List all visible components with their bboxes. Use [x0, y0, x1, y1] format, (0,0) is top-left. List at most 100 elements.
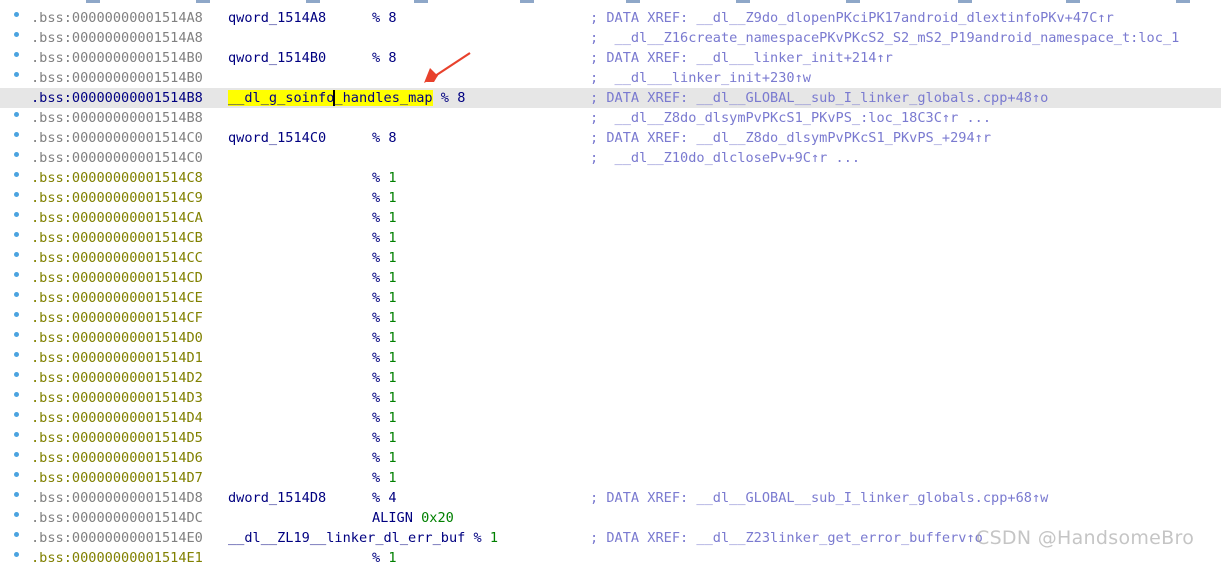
address-label: .bss:00000000001514B8: [31, 110, 203, 126]
operand: % 1: [372, 470, 397, 486]
address-label: .bss:00000000001514A8: [31, 10, 203, 26]
operand: % 1: [372, 330, 397, 346]
operand: % 1: [372, 310, 397, 326]
listing-row[interactable]: .bss:00000000001514B0 ; __dl___linker_ini…: [0, 68, 1221, 88]
top-toolbar-strip: [0, 0, 1221, 6]
toolbar-tick: [958, 0, 972, 3]
address-label: .bss:00000000001514DC: [31, 510, 203, 526]
address-label: .bss:00000000001514A8: [31, 30, 203, 46]
watermark: CSDN @HandsomeBro: [976, 527, 1195, 549]
listing-row[interactable]: .bss:00000000001514D8 dword_1514D8 % 4 ; DA…: [0, 488, 1221, 508]
listing-row[interactable]: .bss:00000000001514B0 qword_1514B0 % 8 ; DA…: [0, 48, 1221, 68]
address-label: .bss:00000000001514B0: [31, 50, 203, 66]
xref-comment[interactable]: ; __dl___linker_init+230↑w: [590, 68, 811, 88]
xref-comment[interactable]: ; DATA XREF: __dl__GLOBAL__sub_I_linker_…: [590, 88, 1048, 108]
toolbar-tick: [520, 0, 534, 3]
listing-row[interactable]: .bss:00000000001514CB % 1: [0, 228, 1221, 248]
toolbar-tick: [196, 0, 210, 3]
operand: % 1: [372, 250, 397, 266]
xref-comment[interactable]: ; __dl__Z16create_namespacePKvPKcS2_S2_m…: [590, 28, 1179, 48]
address-label: .bss:00000000001514C9: [31, 190, 203, 206]
symbol-name[interactable]: __dl__ZL19__linker_dl_err_buf % 1: [228, 528, 498, 548]
listing-row[interactable]: .bss:00000000001514D0 % 1: [0, 328, 1221, 348]
address-label: .bss:00000000001514C8: [31, 170, 203, 186]
operand: % 8: [372, 10, 397, 26]
symbol-name[interactable]: qword_1514C0: [228, 128, 326, 148]
address-label: .bss:00000000001514D4: [31, 410, 203, 426]
operand: % 1: [372, 550, 397, 566]
toolbar-tick: [846, 0, 860, 3]
symbol-name[interactable]: dword_1514D8: [228, 488, 326, 508]
xref-comment[interactable]: ; DATA XREF: __dl__GLOBAL__sub_I_linker_…: [590, 488, 1048, 508]
operand: ALIGN 0x20: [372, 510, 454, 526]
listing-row[interactable]: .bss:00000000001514C8 % 1: [0, 168, 1221, 188]
annotation-arrow-icon: [424, 52, 471, 83]
symbol-name[interactable]: __dl_g_soinfo_handles_map % 8: [228, 88, 465, 108]
address-label: .bss:00000000001514D1: [31, 350, 203, 366]
operand: % 1: [372, 450, 397, 466]
address-label: .bss:00000000001514E1: [31, 550, 203, 566]
listing-row[interactable]: .bss:00000000001514D6 % 1: [0, 448, 1221, 468]
operand: % 1: [372, 190, 397, 206]
listing-row[interactable]: .bss:00000000001514C9 % 1: [0, 188, 1221, 208]
address-label: .bss:00000000001514D6: [31, 450, 203, 466]
toolbar-tick: [414, 0, 428, 3]
listing-row[interactable]: .bss:00000000001514D3 % 1: [0, 388, 1221, 408]
operand: % 8: [372, 130, 397, 146]
operand: % 1: [372, 230, 397, 246]
listing-row[interactable]: .bss:00000000001514E1 % 1: [0, 548, 1221, 568]
operand: % 1: [372, 290, 397, 306]
listing-row[interactable]: .bss:00000000001514CE % 1: [0, 288, 1221, 308]
xref-comment[interactable]: ; DATA XREF: __dl__Z23linker_get_error_b…: [590, 528, 983, 548]
listing-row[interactable]: .bss:00000000001514D2 % 1: [0, 368, 1221, 388]
address-label: .bss:00000000001514CA: [31, 210, 203, 226]
address-label: .bss:00000000001514C0: [31, 130, 203, 146]
address-label: .bss:00000000001514D0: [31, 330, 203, 346]
address-label: .bss:00000000001514E0: [31, 530, 203, 546]
selected-listing-row[interactable]: .bss:00000000001514B8 __dl_g_soinfo_handl…: [0, 88, 1221, 108]
address-label: .bss:00000000001514D7: [31, 470, 203, 486]
address-label: .bss:00000000001514D2: [31, 370, 203, 386]
address-label: .bss:00000000001514D8: [31, 490, 203, 506]
operand: % 1: [372, 350, 397, 366]
symbol-name[interactable]: qword_1514A8: [228, 8, 326, 28]
listing-row[interactable]: .bss:00000000001514D1 % 1: [0, 348, 1221, 368]
operand: % 1: [372, 370, 397, 386]
toolbar-tick: [736, 0, 750, 3]
address-label: .bss:00000000001514CD: [31, 270, 203, 286]
listing-row[interactable]: .bss:00000000001514A8 qword_1514A8 % 8 ; DA…: [0, 8, 1221, 28]
listing-row[interactable]: .bss:00000000001514D4 % 1: [0, 408, 1221, 428]
operand: % 1: [372, 170, 397, 186]
listing-row[interactable]: .bss:00000000001514C0 qword_1514C0 % 8 ; DA…: [0, 128, 1221, 148]
address-label: .bss:00000000001514CE: [31, 290, 203, 306]
listing-row[interactable]: .bss:00000000001514D5 % 1: [0, 428, 1221, 448]
xref-comment[interactable]: ; __dl__Z10do_dlclosePv+9C↑r ...: [590, 148, 860, 168]
xref-comment[interactable]: ; DATA XREF: __dl___linker_init+214↑r: [590, 48, 893, 68]
listing-row[interactable]: .bss:00000000001514A8 ; __dl__Z16create_n…: [0, 28, 1221, 48]
disassembly-listing[interactable]: .bss:00000000001514A8 qword_1514A8 % 8 ; DA…: [0, 8, 1221, 568]
address-label: .bss:00000000001514CC: [31, 250, 203, 266]
listing-row[interactable]: .bss:00000000001514B8 ; __dl__Z8do_dlsymP…: [0, 108, 1221, 128]
address-label: .bss:00000000001514D3: [31, 390, 203, 406]
xref-comment[interactable]: ; __dl__Z8do_dlsymPvPKcS1_PKvPS_:loc_18C…: [590, 108, 991, 128]
operand: % 1: [372, 410, 397, 426]
listing-row[interactable]: .bss:00000000001514C0 ; __dl__Z10do_dlclo…: [0, 148, 1221, 168]
operand: % 1: [372, 430, 397, 446]
toolbar-tick: [626, 0, 640, 3]
operand: % 8: [372, 50, 397, 66]
toolbar-tick: [86, 0, 100, 3]
listing-row[interactable]: .bss:00000000001514CD % 1: [0, 268, 1221, 288]
listing-row[interactable]: .bss:00000000001514DC ALIGN 0x20: [0, 508, 1221, 528]
xref-comment[interactable]: ; DATA XREF: __dl__Z9do_dlopenPKciPK17an…: [590, 8, 1114, 28]
listing-row[interactable]: .bss:00000000001514CF % 1: [0, 308, 1221, 328]
symbol-name[interactable]: qword_1514B0: [228, 48, 326, 68]
listing-row[interactable]: .bss:00000000001514CA % 1: [0, 208, 1221, 228]
operand: % 1: [372, 390, 397, 406]
listing-row[interactable]: .bss:00000000001514D7 % 1: [0, 468, 1221, 488]
xref-comment[interactable]: ; DATA XREF: __dl__Z8do_dlsymPvPKcS1_PKv…: [590, 128, 991, 148]
address-label: .bss:00000000001514D5: [31, 430, 203, 446]
listing-row[interactable]: .bss:00000000001514CC % 1: [0, 248, 1221, 268]
operand: % 1: [372, 210, 397, 226]
toolbar-tick: [306, 0, 320, 3]
address-label: .bss:00000000001514B0: [31, 70, 203, 86]
